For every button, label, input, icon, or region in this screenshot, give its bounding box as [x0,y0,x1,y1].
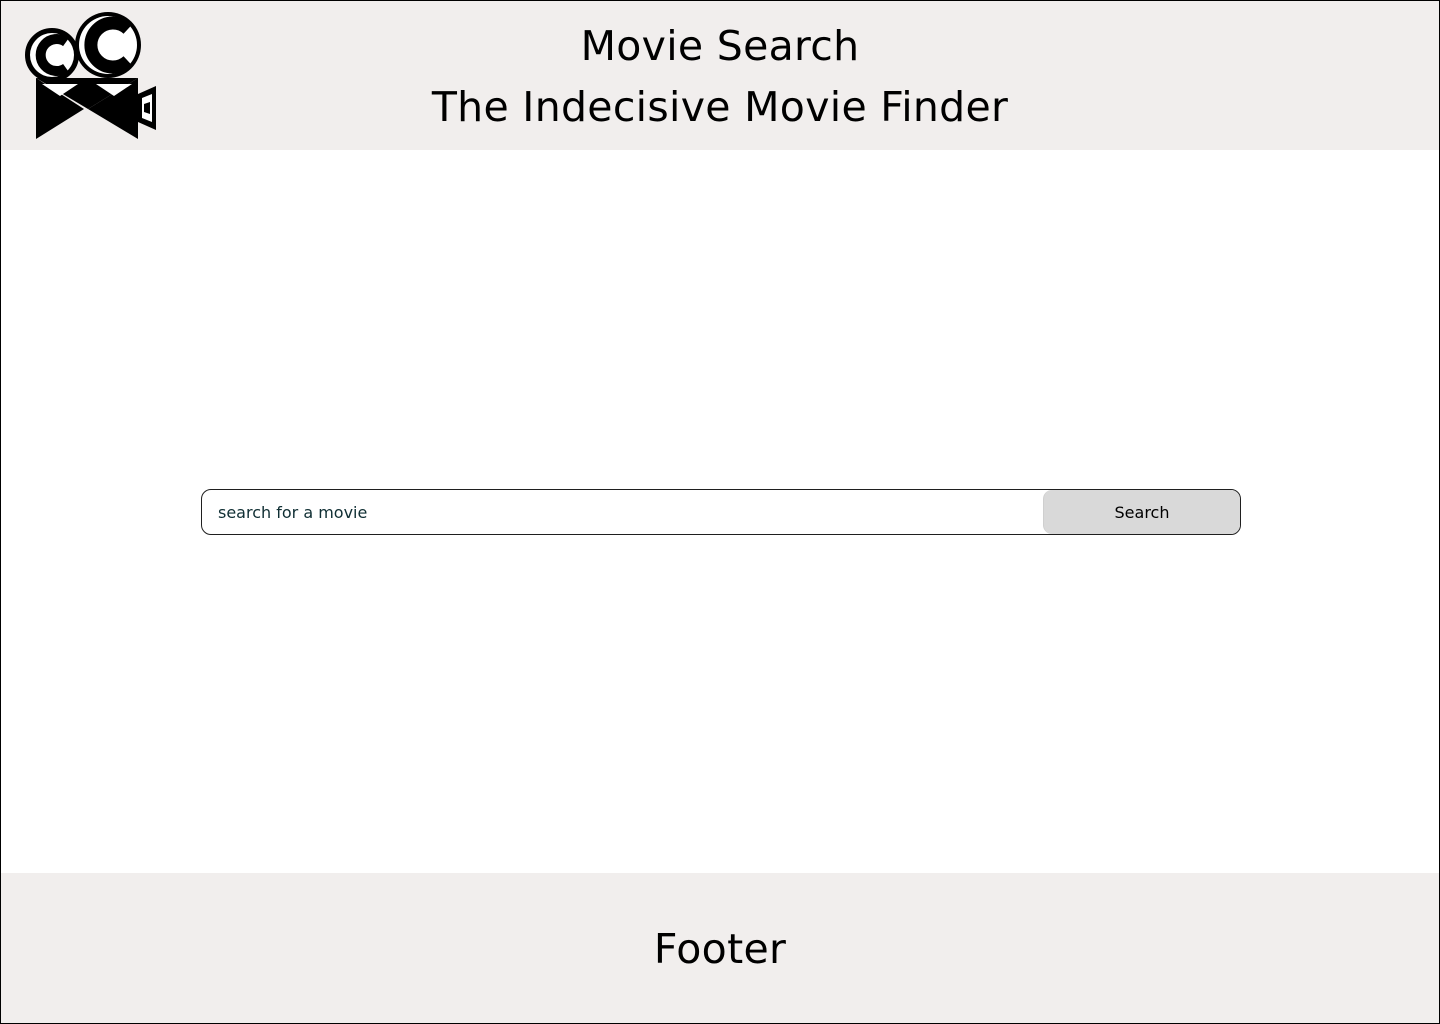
search-input[interactable] [202,490,1044,534]
page-title: Movie Search [580,22,860,70]
page-frame: Movie Search The Indecisive Movie Finder… [0,0,1440,1024]
site-footer: Footer [1,873,1439,1023]
site-header: Movie Search The Indecisive Movie Finder [1,1,1439,150]
search-bar: Search [201,489,1241,535]
search-button[interactable]: Search [1043,490,1240,534]
page-subtitle: The Indecisive Movie Finder [431,83,1009,131]
footer-text: Footer [653,925,787,973]
